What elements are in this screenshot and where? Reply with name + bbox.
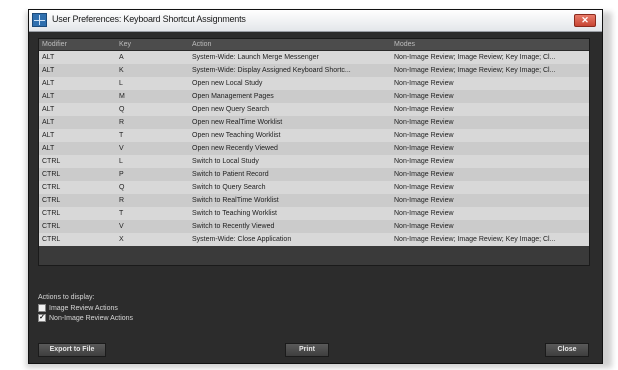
- table-row[interactable]: ALT V Open new Recently Viewed Non-Image Re…: [39, 142, 589, 155]
- table-row[interactable]: CTRL P Switch to Patient Record Non-Image R…: [39, 168, 589, 181]
- cell-modes: Non-Image Review; Image Review; Key Imag…: [394, 236, 556, 243]
- cell-modes: Non-Image Review: [394, 184, 454, 191]
- cell-modifier: CTRL: [42, 184, 61, 191]
- filters-label: Actions to display:: [38, 294, 95, 301]
- cell-key: R: [119, 119, 125, 126]
- cell-action: Switch to Query Search: [192, 184, 266, 191]
- cell-modes: Non-Image Review; Image Review; Key Imag…: [394, 54, 556, 61]
- column-header-action[interactable]: Action: [189, 39, 391, 50]
- cell-key: Q: [119, 184, 125, 191]
- cell-modifier: ALT: [42, 119, 55, 126]
- table-row[interactable]: ALT Q Open new Query Search Non-Image Revie…: [39, 103, 589, 116]
- cell-modes: Non-Image Review: [394, 197, 454, 204]
- cell-modes: Non-Image Review: [394, 106, 454, 113]
- cell-modifier: ALT: [42, 80, 55, 87]
- cell-modes: Non-Image Review; Image Review; Key Imag…: [394, 67, 556, 74]
- table-row[interactable]: ALT T Open new Teaching Worklist Non-Image …: [39, 129, 589, 142]
- cell-action: System-Wide: Display Assigned Keyboard S…: [192, 67, 351, 74]
- cell-modifier: CTRL: [42, 210, 61, 217]
- cell-key: K: [119, 67, 124, 74]
- image-review-label: Image Review Actions: [49, 304, 118, 312]
- cell-modifier: ALT: [42, 132, 55, 139]
- preferences-dialog: User Preferences: Keyboard Shortcut Assi…: [28, 9, 603, 364]
- cell-modifier: CTRL: [42, 171, 61, 178]
- title-bar: User Preferences: Keyboard Shortcut Assi…: [29, 10, 602, 32]
- cell-action: Open new Recently Viewed: [192, 145, 278, 152]
- window-title: User Preferences: Keyboard Shortcut Assi…: [52, 14, 246, 24]
- cell-action: Open Management Pages: [192, 93, 274, 100]
- cell-action: Open new Query Search: [192, 106, 270, 113]
- table-row[interactable]: CTRL T Switch to Teaching Worklist Non-Imag…: [39, 207, 589, 220]
- cell-action: Switch to Local Study: [192, 158, 259, 165]
- cell-action: Open new RealTime Worklist: [192, 119, 283, 126]
- non-image-review-option[interactable]: ✓ Non-Image Review Actions: [38, 313, 133, 323]
- close-window-icon[interactable]: ✕: [574, 14, 596, 27]
- table-body: ALT A System-Wide: Launch Merge Messenger N…: [39, 51, 589, 246]
- cell-action: Switch to RealTime Worklist: [192, 197, 279, 204]
- cell-action: Switch to Recently Viewed: [192, 223, 275, 230]
- actions-filter: Actions to display: Image Review Actions…: [38, 292, 133, 323]
- cell-modes: Non-Image Review: [394, 80, 454, 87]
- cell-modes: Non-Image Review: [394, 223, 454, 230]
- export-to-file-button[interactable]: Export to File: [38, 343, 106, 357]
- table-row[interactable]: ALT R Open new RealTime Worklist Non-Image …: [39, 116, 589, 129]
- cell-modifier: ALT: [42, 54, 55, 61]
- cell-modes: Non-Image Review: [394, 171, 454, 178]
- close-button[interactable]: Close: [545, 343, 589, 357]
- table-row[interactable]: ALT A System-Wide: Launch Merge Messenger N…: [39, 51, 589, 64]
- cell-key: T: [119, 132, 124, 139]
- non-image-review-checkbox[interactable]: ✓: [38, 314, 46, 322]
- cell-key: R: [119, 197, 125, 204]
- cell-modifier: CTRL: [42, 236, 61, 243]
- cell-key: L: [119, 80, 123, 87]
- cell-action: System-Wide: Close Application: [192, 236, 292, 243]
- cell-action: Switch to Patient Record: [192, 171, 269, 178]
- print-button[interactable]: Print: [285, 343, 329, 357]
- table-row[interactable]: ALT M Open Management Pages Non-Image Revie…: [39, 90, 589, 103]
- cell-modes: Non-Image Review: [394, 158, 454, 165]
- cell-key: L: [119, 158, 123, 165]
- cell-modes: Non-Image Review: [394, 132, 454, 139]
- image-review-checkbox[interactable]: [38, 304, 46, 312]
- table-row[interactable]: CTRL V Switch to Recently Viewed Non-Image …: [39, 220, 589, 233]
- column-header-key[interactable]: Key: [116, 39, 189, 50]
- image-review-option[interactable]: Image Review Actions: [38, 303, 133, 313]
- cell-key: Q: [119, 106, 125, 113]
- cell-action: Open new Local Study: [192, 80, 263, 87]
- cell-key: V: [119, 223, 124, 230]
- column-header-modifier[interactable]: Modifier: [39, 39, 116, 50]
- table-row[interactable]: ALT L Open new Local Study Non-Image Review: [39, 77, 589, 90]
- cell-modes: Non-Image Review: [394, 119, 454, 126]
- table-row[interactable]: ALT K System-Wide: Display Assigned Keyboa…: [39, 64, 589, 77]
- cell-key: M: [119, 93, 125, 100]
- cell-modifier: ALT: [42, 145, 55, 152]
- cell-action: Switch to Teaching Worklist: [192, 210, 277, 217]
- cell-modes: Non-Image Review: [394, 145, 454, 152]
- cell-modes: Non-Image Review: [394, 210, 454, 217]
- non-image-review-label: Non-Image Review Actions: [49, 314, 134, 322]
- column-header-modes[interactable]: Modes: [391, 39, 589, 50]
- table-row[interactable]: CTRL L Switch to Local Study Non-Image Revi…: [39, 155, 589, 168]
- table-row[interactable]: CTRL Q Switch to Query Search Non-Image Rev…: [39, 181, 589, 194]
- table-header: Modifier Key Action Modes: [39, 39, 589, 51]
- cell-modifier: ALT: [42, 67, 55, 74]
- cell-modifier: CTRL: [42, 197, 61, 204]
- cell-modifier: ALT: [42, 93, 55, 100]
- shortcut-table: Modifier Key Action Modes ALT A System-Wid…: [38, 38, 590, 266]
- cell-action: Open new Teaching Worklist: [192, 132, 281, 139]
- cell-action: System-Wide: Launch Merge Messenger: [192, 54, 319, 61]
- cell-modifier: CTRL: [42, 158, 61, 165]
- table-row[interactable]: CTRL R Switch to RealTime Worklist Non-Imag…: [39, 194, 589, 207]
- app-grid-icon: [32, 13, 47, 27]
- cell-key: V: [119, 145, 124, 152]
- cell-key: A: [119, 54, 124, 61]
- cell-key: P: [119, 171, 124, 178]
- table-row[interactable]: CTRL X System-Wide: Close Application Non-I…: [39, 233, 589, 246]
- cell-modifier: ALT: [42, 106, 55, 113]
- cell-modes: Non-Image Review: [394, 93, 454, 100]
- cell-modifier: CTRL: [42, 223, 61, 230]
- cell-key: X: [119, 236, 124, 243]
- cell-key: T: [119, 210, 124, 217]
